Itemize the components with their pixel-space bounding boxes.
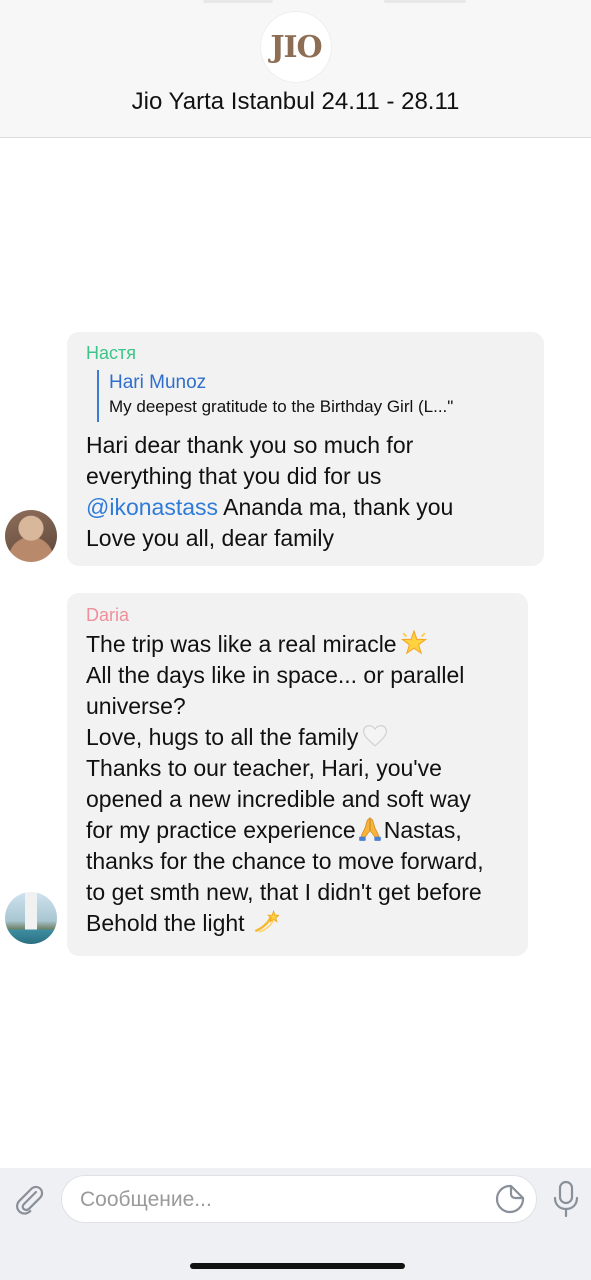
message-input[interactable] (78, 1176, 482, 1224)
group-logo-text: JIO (270, 29, 322, 65)
message-line: universe? (86, 693, 186, 719)
message-line: Behold the light (86, 908, 484, 939)
sender-name[interactable]: Настя (86, 343, 136, 364)
avatar-daria[interactable] (5, 892, 57, 944)
message-line: thanks for the chance to move forward, (86, 848, 484, 874)
message-line: Thanks to our teacher, Hari, you've (86, 755, 442, 781)
chat-header: JIO Jio Yarta Istanbul 24.11 - 28.11 (0, 0, 591, 138)
message-line-text: Love, hugs to all the family (86, 724, 359, 750)
message-line: All the days like in space... or paralle… (86, 662, 465, 688)
paperclip-icon[interactable] (10, 1180, 48, 1218)
glowing-star-icon (400, 630, 427, 655)
status-bar-fragment (384, 0, 466, 3)
message-line: The trip was like a real miracle (86, 629, 484, 660)
message-line: @ikonastass Ananda ma, thank you (86, 492, 453, 523)
message-line: to get smth new, that I didn't get befor… (86, 879, 482, 905)
microphone-icon[interactable] (551, 1180, 581, 1218)
message-line: opened a new incredible and soft way (86, 786, 471, 812)
message-line-text: for my practice experience (86, 817, 356, 843)
user-mention[interactable]: @ikonastass (86, 494, 218, 520)
white-heart-icon (363, 725, 388, 747)
message-line: Love, hugs to all the family (86, 722, 484, 753)
home-indicator[interactable] (190, 1263, 405, 1269)
message-line-text: The trip was like a real miracle (86, 631, 397, 657)
message-line-text: Behold the light (86, 910, 245, 936)
folded-hands-icon (358, 817, 381, 841)
reply-snippet: My deepest gratitude to the Birthday Gir… (109, 397, 454, 416)
message-input-wrapper[interactable] (61, 1175, 537, 1224)
message-bubble[interactable]: Daria The trip was like a real miracle A… (67, 593, 528, 956)
message-line: Love you all, dear family (86, 525, 335, 551)
message-line-text: Nastas, (383, 817, 462, 843)
dizzy-symbol-icon (254, 909, 279, 933)
avatar-nastya[interactable] (5, 510, 57, 562)
reply-author: Hari Munoz (109, 372, 207, 393)
sender-name[interactable]: Daria (86, 605, 129, 626)
sticker-icon[interactable] (494, 1183, 526, 1215)
message-text: The trip was like a real miracle All the… (86, 629, 484, 939)
message-line: for my practice experience Nastas, (86, 815, 484, 846)
status-bar-fragment (203, 0, 273, 3)
message-line: everything that you did for us (86, 463, 382, 489)
message-line-text: Ananda ma, thank you (223, 494, 454, 520)
reply-quote[interactable]: Hari Munoz My deepest gratitude to the B… (97, 370, 529, 422)
message-line: Hari dear thank you so much for (86, 432, 414, 458)
message-bubble[interactable]: Настя Hari Munoz My deepest gratitude to… (67, 332, 544, 566)
chat-title[interactable]: Jio Yarta Istanbul 24.11 - 28.11 (0, 88, 591, 116)
message-text: Hari dear thank you so much for everythi… (86, 430, 453, 554)
group-avatar[interactable]: JIO (261, 12, 331, 82)
